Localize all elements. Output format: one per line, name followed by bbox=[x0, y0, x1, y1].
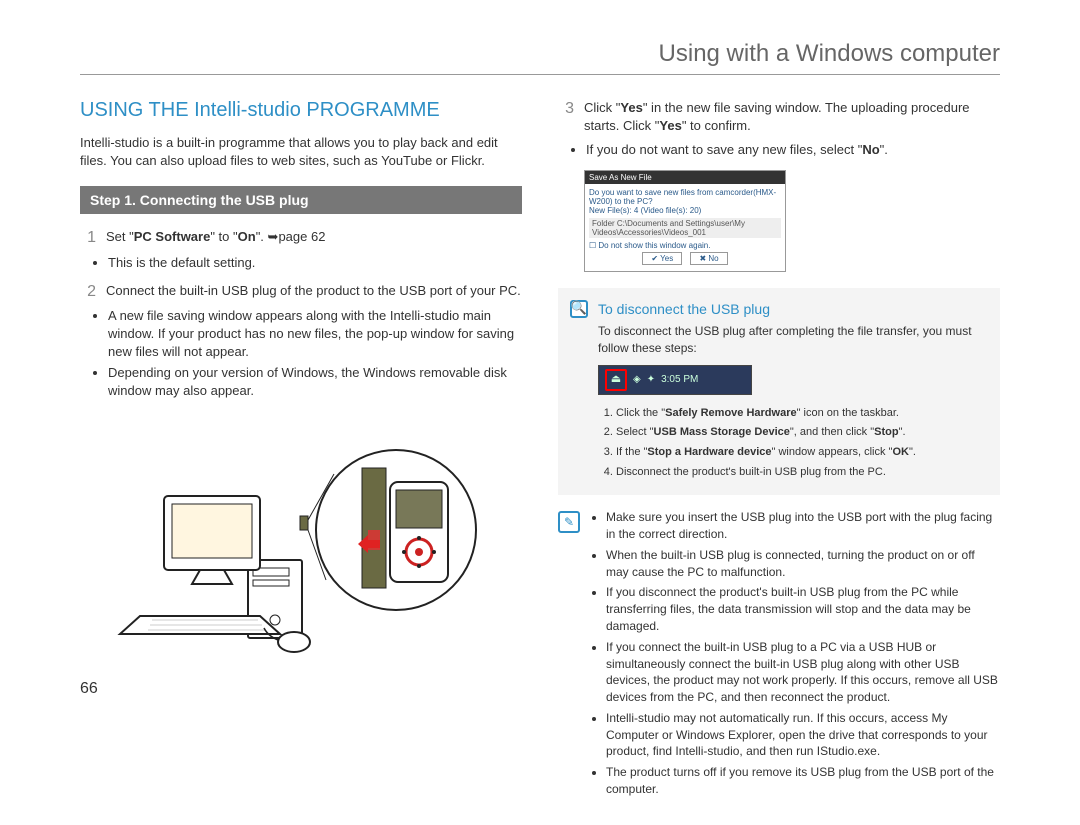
dialog-no-button[interactable]: ✖ No bbox=[690, 252, 727, 265]
text: Set " bbox=[106, 229, 134, 244]
tray-icon: ✦ bbox=[647, 373, 655, 387]
list-item: Select "USB Mass Storage Device", and th… bbox=[616, 424, 986, 442]
step-3-bullets: If you do not want to save any new files… bbox=[586, 141, 1000, 159]
disconnect-steps: Click the "Safely Remove Hardware" icon … bbox=[598, 405, 986, 481]
note-item: Intelli-studio may not automatically run… bbox=[606, 710, 1000, 760]
step-2-row: 2 Connect the built-in USB plug of the p… bbox=[80, 282, 522, 301]
text: Click " bbox=[584, 100, 620, 115]
bullet: If you do not want to save any new files… bbox=[586, 141, 1000, 159]
text: ". bbox=[880, 142, 888, 157]
label-yes: Yes bbox=[659, 118, 681, 133]
left-column: USING THE Intelli-studio PROGRAMME Intel… bbox=[80, 99, 522, 802]
disconnect-info-box: 🔍 To disconnect the USB plug To disconne… bbox=[558, 288, 1000, 496]
tray-icon: ◈ bbox=[633, 373, 641, 387]
step-1-body: Set "PC Software" to "On". ➥page 62 bbox=[106, 228, 522, 246]
label-no: No bbox=[862, 142, 879, 157]
note-icon: ✎ bbox=[558, 511, 580, 533]
dialog-yes-button[interactable]: ✔ Yes bbox=[642, 252, 682, 265]
notes-list: Make sure you insert the USB plug into t… bbox=[588, 509, 1000, 802]
dialog-line: New File(s): 4 (Video file(s): 20) bbox=[589, 206, 781, 215]
label-yes: Yes bbox=[620, 100, 642, 115]
dialog-checkbox-label: ☐ Do not show this window again. bbox=[589, 241, 781, 250]
dialog-folder-row: Folder C:\Documents and Settings\user\My… bbox=[589, 218, 781, 238]
page-number: 66 bbox=[80, 680, 522, 698]
step-3-row: 3 Click "Yes" in the new file saving win… bbox=[558, 99, 1000, 135]
list-item: Disconnect the product's built-in USB pl… bbox=[616, 464, 986, 482]
text: If you do not want to save any new files… bbox=[586, 142, 862, 157]
step-number: 3 bbox=[558, 99, 574, 118]
two-column-layout: USING THE Intelli-studio PROGRAMME Intel… bbox=[80, 99, 1000, 802]
usb-connection-illustration bbox=[100, 420, 480, 660]
step-1-row: 1 Set "PC Software" to "On". ➥page 62 bbox=[80, 228, 522, 247]
step-3-body: Click "Yes" in the new file saving windo… bbox=[584, 99, 1000, 135]
text: " to " bbox=[210, 229, 237, 244]
safely-remove-icon: ⏏ bbox=[605, 369, 627, 391]
taskbar-screenshot: ⏏ ◈ ✦ 3:05 PM bbox=[598, 365, 752, 395]
page-header: Using with a Windows computer bbox=[80, 40, 1000, 75]
note-item: Make sure you insert the USB plug into t… bbox=[606, 509, 1000, 543]
note-item: If you disconnect the product's built-in… bbox=[606, 584, 1000, 634]
dialog-titlebar: Save As New File bbox=[585, 171, 785, 184]
label-pc-software: PC Software bbox=[134, 229, 211, 244]
step-1-bullets: This is the default setting. bbox=[108, 254, 522, 272]
step-number: 2 bbox=[80, 282, 96, 301]
text: ". bbox=[256, 229, 268, 244]
notes-block: ✎ Make sure you insert the USB plug into… bbox=[558, 509, 1000, 802]
section-heading: USING THE Intelli-studio PROGRAMME bbox=[80, 99, 522, 122]
save-dialog-screenshot: Save As New File Do you want to save new… bbox=[584, 170, 786, 272]
text: " to confirm. bbox=[682, 118, 751, 133]
right-column: 3 Click "Yes" in the new file saving win… bbox=[558, 99, 1000, 802]
note-item: The product turns off if you remove its … bbox=[606, 764, 1000, 798]
disconnect-subtitle: To disconnect the USB plug after complet… bbox=[572, 323, 986, 357]
list-item: If the "Stop a Hardware device" window a… bbox=[616, 444, 986, 462]
bullet: A new file saving window appears along w… bbox=[108, 307, 522, 362]
note-item: If you connect the built-in USB plug to … bbox=[606, 639, 1000, 706]
label-on: On bbox=[238, 229, 256, 244]
dialog-line: Do you want to save new files from camco… bbox=[589, 188, 781, 206]
magnify-icon: 🔍 bbox=[570, 300, 588, 318]
taskbar-time: 3:05 PM bbox=[661, 373, 698, 387]
arrow-icon: ➥ bbox=[268, 229, 279, 244]
intro-paragraph: Intelli-studio is a built-in programme t… bbox=[80, 134, 522, 170]
manual-page: Using with a Windows computer USING THE … bbox=[40, 0, 1040, 822]
note-item: When the built-in USB plug is connected,… bbox=[606, 547, 1000, 581]
bullet: This is the default setting. bbox=[108, 254, 522, 272]
page-ref: page 62 bbox=[278, 229, 325, 244]
step-bar: Step 1. Connecting the USB plug bbox=[80, 186, 522, 214]
bullet: Depending on your version of Windows, th… bbox=[108, 364, 522, 400]
disconnect-title: To disconnect the USB plug bbox=[572, 300, 986, 320]
step-2-bullets: A new file saving window appears along w… bbox=[108, 307, 522, 400]
step-number: 1 bbox=[80, 228, 96, 247]
list-item: Click the "Safely Remove Hardware" icon … bbox=[616, 405, 986, 423]
step-2-body: Connect the built-in USB plug of the pro… bbox=[106, 282, 522, 300]
